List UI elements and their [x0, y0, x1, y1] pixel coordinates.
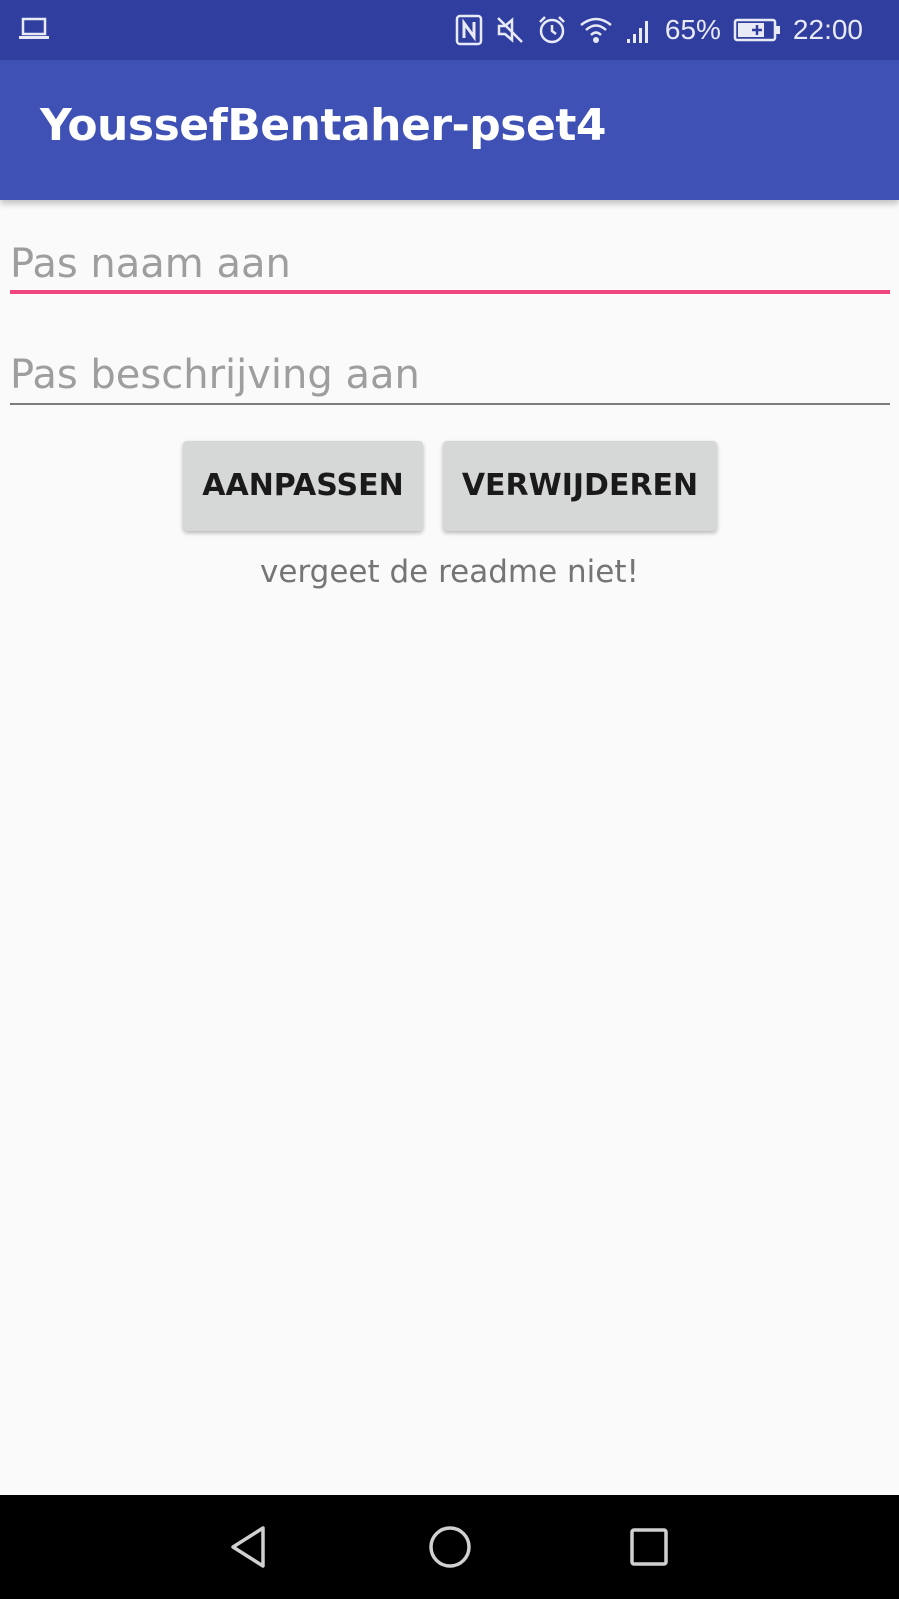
navigation-bar	[0, 1495, 899, 1599]
status-bar: 65% 22:00	[0, 0, 899, 60]
clock: 22:00	[792, 14, 863, 45]
status-icons: 65% 22:00	[455, 0, 863, 60]
readme-hint: vergeet de readme niet!	[260, 554, 639, 590]
name-input[interactable]	[10, 234, 890, 294]
app-title: YoussefBentaher-pset4	[40, 100, 606, 151]
home-icon[interactable]	[420, 1517, 480, 1577]
laptop-icon	[18, 14, 50, 44]
signal-icon	[625, 15, 653, 45]
alarm-icon	[537, 15, 567, 45]
delete-button[interactable]: VERWIJDEREN	[443, 441, 717, 531]
battery-charging-icon	[733, 17, 781, 43]
app-bar: YoussefBentaher-pset4	[0, 60, 899, 200]
recents-icon[interactable]	[619, 1517, 679, 1577]
update-button[interactable]: AANPASSEN	[183, 441, 423, 531]
back-icon[interactable]	[219, 1517, 279, 1577]
description-input-underline	[10, 403, 890, 405]
battery-percent: 65%	[664, 14, 721, 45]
wifi-icon	[579, 15, 613, 45]
description-input[interactable]	[10, 344, 890, 406]
mute-icon	[495, 15, 525, 45]
name-input-underline	[10, 290, 890, 294]
nfc-icon	[455, 14, 483, 46]
